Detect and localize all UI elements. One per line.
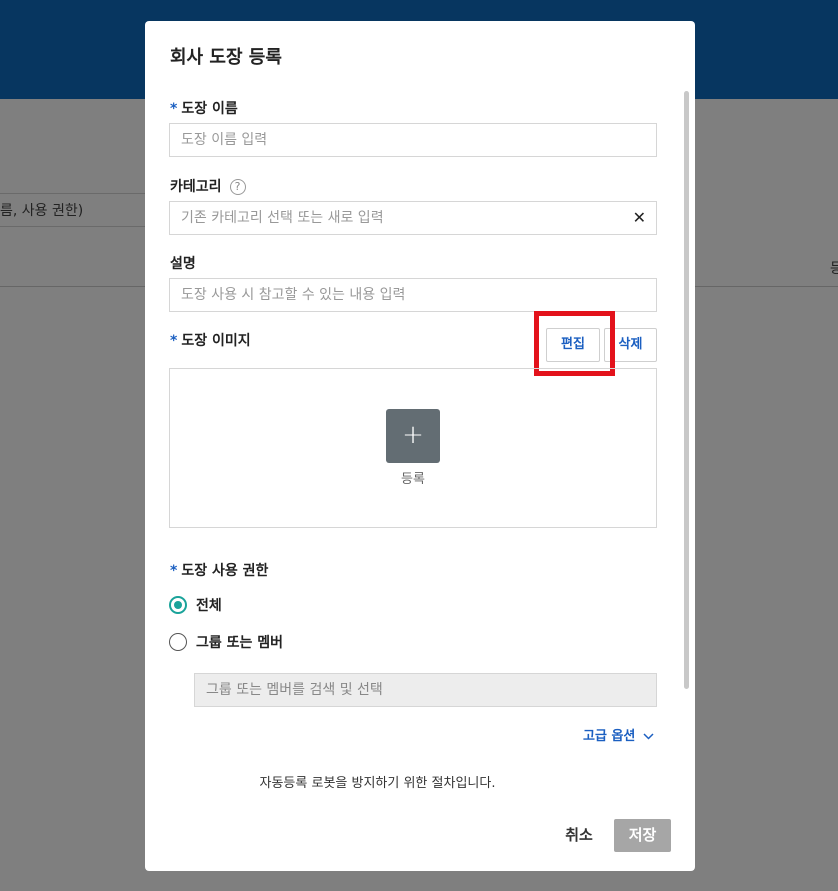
category-input[interactable]: 기존 카테고리 선택 또는 새로 입력 ✕ (169, 201, 657, 235)
required-mark: * (170, 333, 178, 349)
add-image-label: 등록 (401, 472, 425, 487)
description-label: 설명 (170, 256, 196, 272)
description-input[interactable]: 도장 사용 시 참고할 수 있는 내용 입력 (169, 278, 657, 312)
radio-all[interactable]: 전체 (169, 595, 222, 615)
recaptcha-notice: 자동등록 로봇을 방지하기 위한 절차입니다. (259, 776, 496, 791)
radio-group-member[interactable]: 그룹 또는 멤버 (169, 632, 283, 652)
advanced-options-toggle[interactable]: 고급 옵션 (583, 725, 654, 744)
stamp-image-dropzone[interactable]: + 등록 (169, 368, 657, 528)
member-search-placeholder: 그룹 또는 멤버를 검색 및 선택 (206, 682, 383, 698)
plus-icon[interactable]: + (386, 409, 440, 463)
stamp-register-dialog: 회사 도장 등록 * 도장 이름 도장 이름 입력 카테고리? 기존 카테고리 선… (145, 21, 695, 871)
help-icon[interactable]: ? (229, 179, 246, 195)
member-search-input: 그룹 또는 멤버를 검색 및 선택 (194, 673, 657, 707)
background-filter-text: 름, 사용 권한) (0, 203, 84, 219)
advanced-options-label: 고급 옵션 (583, 729, 636, 744)
clear-icon[interactable]: ✕ (633, 202, 646, 234)
description-placeholder: 도장 사용 시 참고할 수 있는 내용 입력 (181, 287, 406, 303)
stamp-name-input[interactable]: 도장 이름 입력 (169, 123, 657, 157)
category-placeholder: 기존 카테고리 선택 또는 새로 입력 (181, 210, 384, 226)
stamp-name-placeholder: 도장 이름 입력 (181, 132, 268, 148)
stamp-image-label: * 도장 이미지 (170, 330, 251, 350)
cancel-button[interactable]: 취소 (555, 819, 603, 852)
radio-group-member-indicator[interactable] (169, 633, 187, 651)
stamp-image-label-text: 도장 이미지 (181, 333, 251, 349)
radio-all-indicator[interactable] (169, 596, 187, 614)
category-label: 카테고리? (170, 176, 246, 196)
save-button[interactable]: 저장 (614, 819, 671, 852)
category-label-text: 카테고리 (170, 179, 222, 195)
permission-label-text: 도장 사용 권한 (181, 563, 269, 579)
stamp-name-label: * 도장 이름 (170, 98, 238, 118)
required-mark: * (170, 101, 178, 117)
background-column-header: 등 (830, 261, 838, 277)
dialog-scrollbar[interactable] (684, 91, 689, 689)
dialog-title: 회사 도장 등록 (170, 47, 282, 68)
stamp-name-label-text: 도장 이름 (181, 101, 238, 117)
chevron-down-icon (643, 733, 654, 740)
highlight-box (534, 311, 615, 376)
radio-all-label: 전체 (196, 598, 222, 614)
permission-label: * 도장 사용 권한 (170, 560, 268, 580)
required-mark: * (170, 563, 178, 579)
background-filter-field: 름, 사용 권한) (0, 193, 150, 227)
radio-group-member-label: 그룹 또는 멤버 (196, 635, 284, 651)
